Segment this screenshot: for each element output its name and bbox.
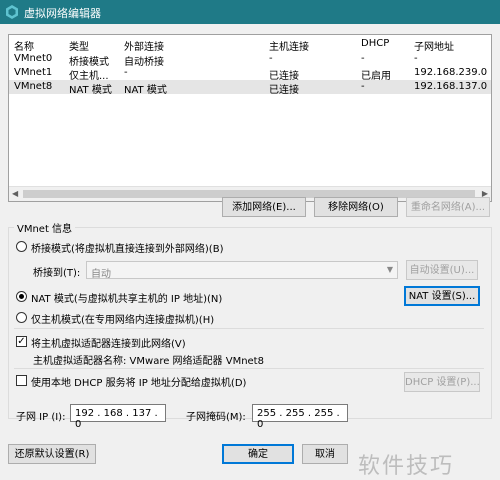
list-header: 名称 类型 外部连接 主机连接 DHCP 子网地址 [9,37,491,53]
cell-type: NAT 模式 [69,85,112,96]
column-header[interactable]: 子网地址 [414,38,489,53]
subnet-ip-label: 子网 IP (I): [16,412,66,423]
dialog-body: 名称 类型 外部连接 主机连接 DHCP 子网地址 VMnet0 桥接模式 自动… [0,24,500,479]
remove-network-button[interactable]: 移除网络(O) [314,197,398,217]
column-header[interactable]: 外部连接 [124,38,264,53]
cell-host: - [269,53,273,64]
network-list[interactable]: 名称 类型 外部连接 主机连接 DHCP 子网地址 VMnet0 桥接模式 自动… [8,34,492,202]
table-row[interactable]: VMnet0 桥接模式 自动桥接 - - - [9,52,491,68]
cell-dhcp: - [361,53,365,64]
bridge-mode-label[interactable]: 桥接模式(将虚拟机直接连接到外部网络)(B) [31,240,223,255]
chevron-down-icon: ▼ [386,265,393,274]
column-header[interactable]: 主机连接 [269,38,357,53]
divider [14,368,484,369]
connect-adapter-label[interactable]: 将主机虚拟适配器连接到此网络(V) [31,335,186,350]
cancel-button[interactable]: 取消 [302,444,348,464]
dhcp-settings-button[interactable]: DHCP 设置(P)... [404,372,480,392]
watermark-text: 软件技巧 [358,454,455,479]
column-header[interactable]: DHCP [361,38,411,49]
subnet-ip-input[interactable]: 192 . 168 . 137 . 0 [70,404,166,430]
nat-mode-radio[interactable] [16,291,27,302]
scroll-left-icon[interactable]: ◀ [12,189,18,198]
cell-external: NAT 模式 [124,85,167,96]
subnet-mask-value: 255 . 255 . 255 . 0 [257,408,340,430]
nat-settings-button[interactable]: NAT 设置(S)... [404,286,480,306]
group-title: VMnet 信息 [14,220,76,235]
cell-external: - [124,67,128,78]
host-only-label[interactable]: 仅主机模式(在专用网络内连接虚拟机)(H) [31,311,214,326]
cell-host: 已连接 [269,85,299,96]
column-header[interactable]: 名称 [14,38,66,53]
cell-subnet: - [414,53,418,64]
restore-defaults-button[interactable]: 还原默认设置(R) [8,444,96,464]
divider [14,328,484,329]
title-bar: 虚拟网络编辑器 [0,0,500,24]
bridge-to-select[interactable]: 自动 ▼ [86,261,398,280]
use-dhcp-label[interactable]: 使用本地 DHCP 服务将 IP 地址分配给虚拟机(D) [31,374,246,389]
cell-subnet: 192.168.239.0 [414,67,488,78]
add-network-button[interactable]: 添加网络(E)... [222,197,306,217]
nat-mode-label[interactable]: NAT 模式(与虚拟机共享主机的 IP 地址)(N) [31,290,222,305]
cell-name: VMnet8 [14,81,53,92]
auto-settings-button[interactable]: 自动设置(U)... [406,260,478,280]
connect-adapter-checkbox[interactable]: ✓ [16,336,27,347]
bridge-mode-radio[interactable] [16,241,27,252]
cell-name: VMnet1 [14,67,53,78]
use-dhcp-checkbox[interactable] [16,375,27,386]
cell-dhcp: - [361,81,365,92]
table-row[interactable]: VMnet1 仅主机... - 已连接 已启用 192.168.239.0 [9,66,491,82]
adapter-name-text: 主机虚拟适配器名称: VMware 网络适配器 VMnet8 [33,356,264,367]
vmware-icon [6,5,18,19]
column-header[interactable]: 类型 [69,38,121,53]
bridge-to-value: 自动 [91,269,111,280]
subnet-ip-value: 192 . 168 . 137 . 0 [75,408,158,430]
subnet-mask-input[interactable]: 255 . 255 . 255 . 0 [252,404,348,430]
cell-subnet: 192.168.137.0 [414,81,488,92]
host-only-radio[interactable] [16,312,27,323]
rename-network-button[interactable]: 重命名网络(A)... [406,197,490,217]
cell-name: VMnet0 [14,53,53,64]
table-row-selected[interactable]: VMnet8 NAT 模式 NAT 模式 已连接 - 192.168.137.0 [9,80,491,96]
bridge-to-label: 桥接到(T): [33,268,81,279]
ok-button[interactable]: 确定 [222,444,294,464]
subnet-mask-label: 子网掩码(M): [186,412,246,423]
window-title: 虚拟网络编辑器 [24,7,101,20]
